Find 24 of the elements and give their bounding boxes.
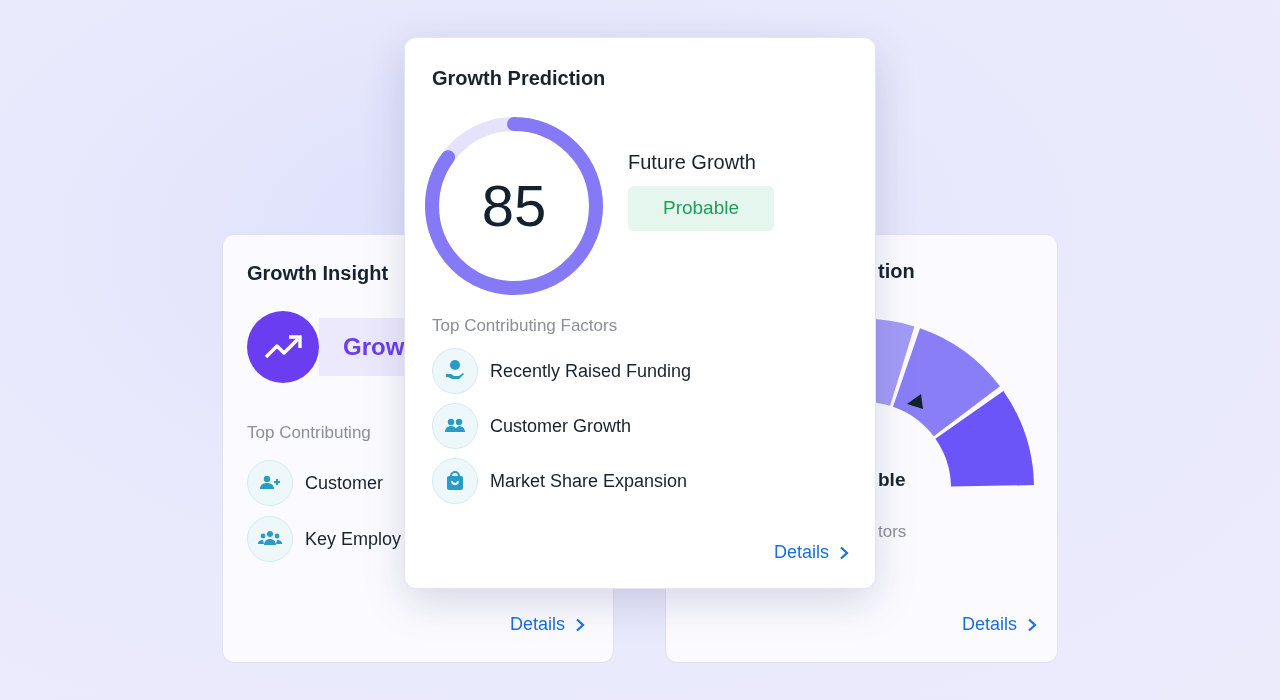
factor-label: Recently Raised Funding [490, 359, 692, 383]
factors-heading: Top Contributing [247, 423, 371, 444]
card-title: tion [878, 259, 916, 283]
needle-icon [907, 394, 923, 409]
status-label: Future Growth [628, 150, 757, 175]
factor-label: Customer Growth [490, 414, 632, 438]
factor-label: Customer [305, 471, 384, 495]
card-title: Growth Insight [247, 261, 390, 285]
factor-label: Market Share Expansion [490, 469, 688, 493]
chevron-icon [839, 545, 849, 560]
status-badge: Probable [628, 186, 774, 231]
details-link[interactable]: Details [509, 611, 585, 638]
factors-heading: tors [878, 521, 907, 543]
factor-label: Key Employ [305, 527, 402, 551]
factors-heading: Top Contributing Factors [432, 316, 618, 337]
card-title: Growth Prediction [432, 66, 607, 90]
chevron-icon [1027, 617, 1037, 632]
trend-up-icon [263, 333, 303, 361]
score-value: 85 [481, 177, 547, 235]
highlight-text: Grow [343, 332, 405, 362]
details-link[interactable]: Details [773, 539, 849, 566]
details-link[interactable]: Details [961, 611, 1037, 638]
chevron-icon [575, 617, 585, 632]
status-text: ble [878, 469, 907, 492]
